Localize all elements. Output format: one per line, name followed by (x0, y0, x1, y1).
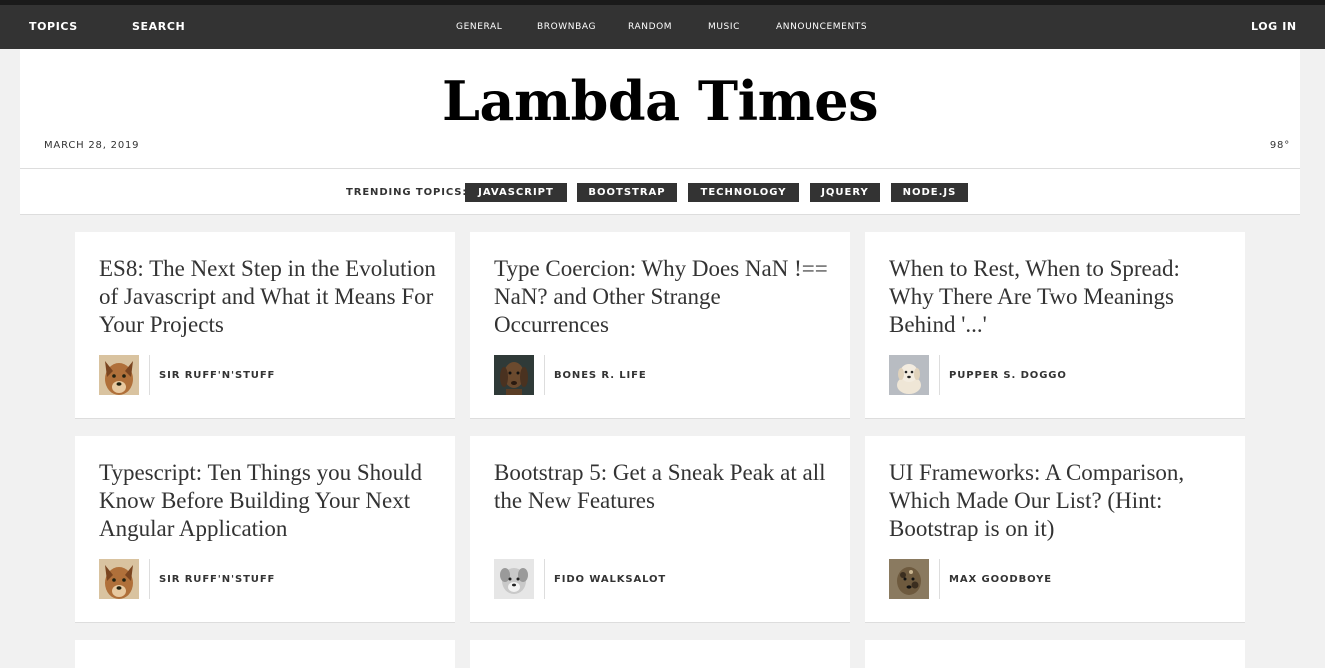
author-divider (149, 355, 150, 395)
article-card-partial[interactable] (865, 640, 1245, 668)
article-card[interactable]: When to Rest, When to Spread: Why There … (865, 232, 1245, 419)
author-name[interactable]: BONES R. LIFE (554, 370, 647, 381)
author-avatar (99, 355, 139, 395)
article-headline[interactable]: When to Rest, When to Spread: Why There … (889, 255, 1229, 339)
article-card[interactable]: Bootstrap 5: Get a Sneak Peak at all the… (470, 436, 850, 623)
site-title: Lambda Times (442, 69, 879, 133)
article-headline[interactable]: Type Coercion: Why Does NaN !== NaN? and… (494, 255, 834, 339)
article-card[interactable]: Typescript: Ten Things you Should Know B… (75, 436, 455, 623)
nav-announcements[interactable]: ANNOUNCEMENTS (776, 22, 867, 32)
author-name[interactable]: PUPPER S. DOGGO (949, 370, 1067, 381)
article-headline[interactable]: Typescript: Ten Things you Should Know B… (99, 459, 439, 543)
author-name[interactable]: FIDO WALKSALOT (554, 574, 666, 585)
article-card[interactable]: UI Frameworks: A Comparison, Which Made … (865, 436, 1245, 623)
author-divider (939, 355, 940, 395)
nav-random[interactable]: RANDOM (628, 22, 672, 32)
tag-javascript[interactable]: JAVASCRIPT (465, 183, 567, 202)
author-divider (149, 559, 150, 599)
article-headline[interactable]: UI Frameworks: A Comparison, Which Made … (889, 459, 1229, 543)
author-name[interactable]: SIR RUFF'N'STUFF (159, 574, 275, 585)
tag-jquery[interactable]: JQUERY (810, 183, 880, 202)
tag-technology[interactable]: TECHNOLOGY (688, 183, 799, 202)
trending-label: TRENDING TOPICS: (346, 187, 468, 198)
author-avatar (889, 355, 929, 395)
top-nav-bar: TOPICS SEARCH GENERAL BROWNBAG RANDOM MU… (0, 0, 1325, 49)
nav-music[interactable]: MUSIC (708, 22, 740, 32)
nav-topics[interactable]: TOPICS (29, 20, 78, 33)
nav-search[interactable]: SEARCH (132, 20, 185, 33)
article-card-partial[interactable] (470, 640, 850, 668)
author-avatar (494, 355, 534, 395)
trending-topics-bar: TRENDING TOPICS: JAVASCRIPT BOOTSTRAP TE… (20, 169, 1300, 215)
tag-nodejs[interactable]: NODE.JS (891, 183, 968, 202)
article-card[interactable]: Type Coercion: Why Does NaN !== NaN? and… (470, 232, 850, 419)
tag-bootstrap[interactable]: BOOTSTRAP (577, 183, 677, 202)
nav-brownbag[interactable]: BROWNBAG (537, 22, 596, 32)
header-temperature: 98° (1269, 140, 1290, 151)
article-headline[interactable]: Bootstrap 5: Get a Sneak Peak at all the… (494, 459, 834, 515)
article-card[interactable]: ES8: The Next Step in the Evolution of J… (75, 232, 455, 419)
nav-general[interactable]: GENERAL (456, 22, 502, 32)
header-date: MARCH 28, 2019 (44, 140, 140, 151)
log-in-link[interactable]: LOG IN (1251, 20, 1297, 33)
author-avatar (889, 559, 929, 599)
article-headline[interactable]: ES8: The Next Step in the Evolution of J… (99, 255, 439, 339)
author-name[interactable]: MAX GOODBOYE (949, 574, 1052, 585)
masthead: Lambda Times MARCH 28, 2019 98° (20, 49, 1300, 169)
author-name[interactable]: SIR RUFF'N'STUFF (159, 370, 275, 381)
author-divider (544, 559, 545, 599)
article-card-partial[interactable] (75, 640, 455, 668)
author-avatar (494, 559, 534, 599)
author-avatar (99, 559, 139, 599)
author-divider (544, 355, 545, 395)
author-divider (939, 559, 940, 599)
